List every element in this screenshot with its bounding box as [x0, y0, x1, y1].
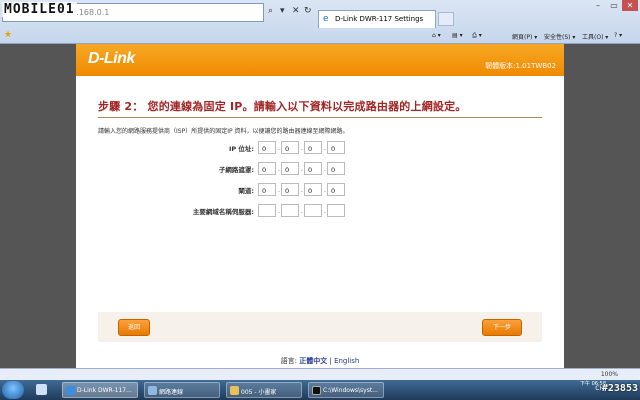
ie-icon: [66, 386, 75, 395]
feeds-icon[interactable]: ▤ ▾: [452, 32, 463, 39]
ip-octet-4[interactable]: [327, 141, 345, 154]
taskbar-label: D-Link DWR-117...: [77, 387, 132, 394]
taskbar-item-cmd[interactable]: C:\Windows\syst...: [308, 382, 384, 398]
mobile01-logo: MOBILE01: [2, 2, 77, 17]
octet-separator: .: [278, 145, 280, 152]
setup-content: 步驟 2： 您的連線為固定 IP。請輸入以下資料以完成路由器的上網設定。 請輸入…: [98, 98, 542, 225]
close-icon[interactable]: ✕: [292, 6, 300, 16]
search-icon[interactable]: ⌕: [268, 6, 273, 16]
ip-address-label: IP 位址:: [228, 145, 254, 153]
dns-octet-3[interactable]: [304, 204, 322, 217]
taskbar-item-paint[interactable]: 005 - 小畫家: [226, 382, 302, 398]
favorites-star-icon[interactable]: ★: [4, 30, 12, 40]
primary-dns-label: 主要網域名稱伺服器:: [192, 208, 254, 216]
close-window-icon[interactable]: ✕: [622, 0, 638, 11]
windows-taskbar: D-Link DWR-117... 網路連線 005 - 小畫家 C:\Wind…: [0, 380, 640, 400]
language-english-link[interactable]: English: [334, 357, 359, 365]
gateway-octet-2[interactable]: [281, 183, 299, 196]
subnet-octet-1[interactable]: [258, 162, 276, 175]
title-divider: [98, 117, 542, 118]
octet-separator: .: [324, 166, 326, 173]
firmware-version: 韌體版本:1.01TWB02: [485, 62, 556, 70]
language-selector: 語言: 正體中文 | English: [76, 356, 564, 366]
octet-separator: .: [301, 208, 303, 215]
tab-title: D-Link DWR-117 Settings: [335, 15, 424, 23]
taskbar-label: C:\Windows\syst...: [323, 387, 378, 394]
octet-separator: .: [278, 166, 280, 173]
paint-icon: [230, 386, 239, 395]
console-icon: [312, 386, 321, 395]
subnet-octet-3[interactable]: [304, 162, 322, 175]
maximize-icon[interactable]: ▭: [606, 0, 622, 11]
step-title: 步驟 2： 您的連線為固定 IP。請輸入以下資料以完成路由器的上網設定。: [98, 100, 467, 113]
browser-status-bar: 100%: [0, 368, 640, 380]
octet-separator: .: [278, 208, 280, 215]
language-prefix: 語言:: [280, 357, 297, 365]
subnet-mask-row: 子網路遮罩: . . .: [98, 162, 542, 176]
ip-octet-2[interactable]: [281, 141, 299, 154]
subnet-octet-2[interactable]: [281, 162, 299, 175]
next-button[interactable]: 下一步: [482, 319, 522, 336]
ip-octet-3[interactable]: [304, 141, 322, 154]
gateway-octet-3[interactable]: [304, 183, 322, 196]
refresh-icon[interactable]: ↻: [304, 6, 312, 16]
step-description: 請輸入您的網路服務提供商（ISP）所提供的固定IP 資料，以便讓您的路由器連線至…: [98, 128, 349, 135]
safety-menu[interactable]: 安全性(S) ▾: [544, 32, 575, 41]
page-menu[interactable]: 網頁(P) ▾: [512, 32, 537, 41]
dns-octet-4[interactable]: [327, 204, 345, 217]
button-bar: 返回 下一步: [98, 312, 542, 342]
language-separator: |: [329, 357, 332, 365]
dns-octet-2[interactable]: [281, 204, 299, 217]
octet-separator: .: [324, 187, 326, 194]
gateway-label: 閘道:: [238, 187, 254, 195]
show-desktop-icon[interactable]: [36, 384, 47, 395]
back-button[interactable]: 返回: [118, 319, 150, 336]
network-icon: [148, 386, 157, 395]
taskbar-label: 網路連線: [159, 389, 184, 396]
subnet-mask-label: 子網路遮罩:: [218, 166, 254, 174]
subnet-octet-4[interactable]: [327, 162, 345, 175]
new-tab-button[interactable]: [438, 12, 454, 26]
watermark-id: #23853: [601, 383, 638, 394]
language-chinese-link[interactable]: 正體中文: [299, 357, 327, 365]
start-button[interactable]: [2, 381, 24, 399]
octet-separator: .: [278, 187, 280, 194]
taskbar-item-network[interactable]: 網路連線: [144, 382, 220, 398]
octet-separator: .: [324, 208, 326, 215]
octet-separator: .: [301, 187, 303, 194]
gateway-row: 閘道: . . .: [98, 183, 542, 197]
minimize-icon[interactable]: –: [590, 0, 606, 11]
dns-octet-1[interactable]: [258, 204, 276, 217]
static-ip-form: IP 位址: . . . 子網路遮罩: . . .: [98, 135, 542, 225]
dropdown-icon[interactable]: ▾: [280, 6, 285, 16]
gateway-octet-1[interactable]: [258, 183, 276, 196]
help-icon[interactable]: ? ▾: [614, 32, 622, 39]
primary-dns-row: 主要網域名稱伺服器: . . .: [98, 204, 542, 218]
octet-separator: .: [301, 166, 303, 173]
ip-octet-1[interactable]: [258, 141, 276, 154]
gateway-octet-4[interactable]: [327, 183, 345, 196]
router-setup-page: D-Link 韌體版本:1.01TWB02 步驟 2： 您的連線為固定 IP。請…: [76, 44, 564, 368]
browser-chrome: 192.168.0.1 MOBILE01 ⌕ ▾ ✕ ↻ e D-Link DW…: [0, 0, 640, 44]
print-icon[interactable]: ⎙ ▾: [472, 32, 482, 40]
zoom-level[interactable]: 100%: [601, 371, 618, 378]
ie-icon: e: [323, 14, 329, 24]
dlink-logo: D-Link: [88, 50, 135, 67]
taskbar-label: 005 - 小畫家: [241, 389, 277, 396]
page-header: D-Link 韌體版本:1.01TWB02: [76, 44, 564, 76]
tools-menu[interactable]: 工具(O) ▾: [582, 32, 608, 41]
home-icon[interactable]: ⌂ ▾: [432, 32, 441, 39]
octet-separator: .: [301, 145, 303, 152]
taskbar-item-browser[interactable]: D-Link DWR-117...: [62, 382, 138, 398]
ip-address-row: IP 位址: . . .: [98, 141, 542, 155]
command-bar: ★ ⌂ ▾ ▤ ▾ ⎙ ▾ 網頁(P) ▾ 安全性(S) ▾ 工具(O) ▾ ?…: [0, 28, 640, 44]
tab-dlink-settings[interactable]: e D-Link DWR-117 Settings: [318, 10, 436, 28]
octet-separator: .: [324, 145, 326, 152]
